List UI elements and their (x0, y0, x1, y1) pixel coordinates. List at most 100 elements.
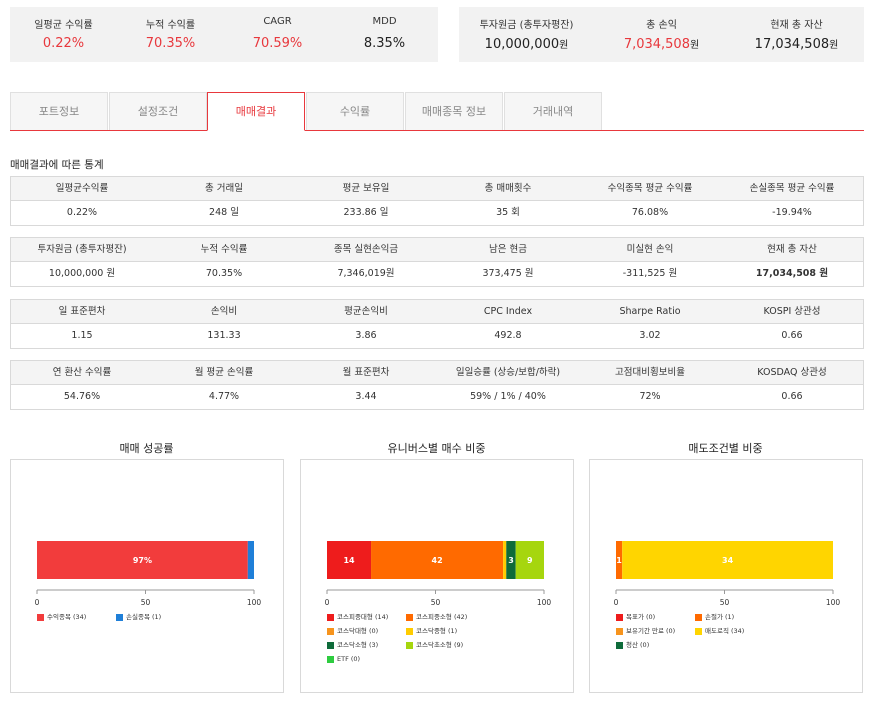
legend-item[interactable]: ETF (0) (327, 655, 360, 663)
stats-header-cell: 일 표준편차 (58, 306, 106, 317)
legend-item[interactable]: 코스피중소형 (42) (406, 613, 467, 621)
stats-table: 연 환산 수익률 월 평균 손익률 월 표준편차 일일승률 (상승/보합/하락) 고점대… (10, 360, 864, 410)
tab-trade-results[interactable]: 매매결과 (207, 92, 305, 131)
legend-label: 코스닥초소형 (9) (416, 641, 464, 649)
stats-header-cell: 평균 보유일 (342, 183, 390, 194)
stats-value-cell: 373,475 원 (482, 268, 534, 279)
stats-header-cell: 월 표준편차 (342, 367, 390, 378)
stats-value-row: 0.22% 248 일 233.86 일 35 회 76.08% -19.94% (11, 201, 863, 225)
bar-segment[interactable] (247, 541, 254, 579)
legend-label: ETF (0) (337, 655, 361, 663)
summary-label: 총 손익 (646, 20, 677, 31)
stats-header-cell: 연 환산 수익률 (52, 367, 112, 378)
stats-value-cell: 35 회 (496, 207, 520, 218)
summary-mdd: MDD 8.35% (331, 7, 438, 62)
summary-total-assets: 현재 총 자산 17,034,508원 (729, 7, 864, 62)
legend-label: 코스닥대형 (0) (337, 627, 379, 635)
summary-value: 8.35% (363, 36, 406, 51)
stats-value-cell: 17,034,508 원 (755, 268, 829, 279)
stats-header-cell: 손실종목 평균 수익률 (749, 183, 835, 194)
legend-label: 코스닥중형 (1) (416, 627, 458, 635)
stats-header-cell: 현재 총 자산 (767, 244, 817, 255)
tab-returns[interactable]: 수익률 (306, 92, 404, 130)
result-tabs: 포트정보 설정조건 매매결과 수익률 매매종목 정보 거래내역 (10, 92, 864, 131)
legend-item[interactable]: 청산 (0) (616, 641, 649, 649)
tab-traded-stocks[interactable]: 매매종목 정보 (405, 92, 503, 130)
stats-value-row: 1.15 131.33 3.86 492.8 3.02 0.66 (11, 324, 863, 348)
summary-number: 17,034,508 (754, 37, 830, 52)
stats-header-cell: 종목 실현손익금 (333, 244, 399, 255)
stats-value-cell: 7,346,019원 (337, 268, 395, 279)
legend-label: 코스닥소형 (3) (337, 641, 379, 649)
legend-label: 보유기간 만료 (0) (626, 627, 676, 635)
bar-data-label: 34 (722, 556, 734, 565)
tab-portfolio-info[interactable]: 포트정보 (10, 92, 108, 130)
tab-settings[interactable]: 설정조건 (109, 92, 207, 130)
stats-table: 일평균수익률 총 거래일 평균 보유일 총 매매횟수 수익종목 평균 수익률 손실종목 평… (10, 176, 864, 226)
legend-label: 매도로직 (34) (705, 627, 745, 635)
tab-trade-history[interactable]: 거래내역 (504, 92, 602, 130)
stats-header-cell: KOSPI 상관성 (763, 306, 821, 317)
stats-value-cell: 72% (639, 391, 661, 402)
bar-segment[interactable] (503, 541, 507, 579)
stats-value-cell: 70.35% (205, 268, 243, 279)
legend-item[interactable]: 코스닥소형 (3) (327, 641, 378, 649)
summary-value: 0.22% (42, 36, 85, 51)
summary-unit: 원 (829, 40, 839, 51)
legend-swatch (695, 613, 702, 621)
stats-header-row: 연 환산 수익률 월 평균 손익률 월 표준편차 일일승률 (상승/보합/하락) 고점대… (11, 361, 863, 385)
legend-swatch (616, 613, 623, 621)
summary-label: CAGR (263, 16, 292, 27)
stats-header-cell: 평균손익비 (344, 306, 388, 317)
summary-left: 일평균 수익률 0.22% 누적 수익률 70.35% CAGR 70.59% … (10, 7, 438, 62)
stats-value-cell: -19.94% (772, 207, 812, 218)
summary-value: 70.59% (252, 36, 303, 51)
stats-header-cell: 남은 현금 (489, 244, 527, 255)
stats-value-row: 54.76% 4.77% 3.44 59% / 1% / 40% 72% 0.66 (11, 385, 863, 409)
x-axis-tick-label: 100 (247, 598, 262, 607)
summary-label: MDD (372, 16, 397, 27)
stats-value-cell: 54.76% (63, 391, 101, 402)
summary-number: 7,034,508 (623, 37, 690, 52)
summary-unit: 원 (689, 40, 700, 51)
legend-item[interactable]: 코스닥초소형 (9) (406, 641, 463, 649)
legend-swatch (406, 613, 413, 621)
legend-label: 손실종목 (1) (126, 613, 162, 621)
stats-table: 투자원금 (총투자평잔) 누적 수익률 종목 실현손익금 남은 현금 미실현 손익 현재 … (10, 237, 864, 287)
legend-item[interactable]: 목표가 (0) (616, 613, 655, 621)
summary-right: 투자원금 (총투자평잔) 10,000,000원 총 손익 7,034,508원… (459, 7, 864, 62)
summary-principal: 투자원금 (총투자평잔) 10,000,000원 (459, 7, 594, 62)
summary-value: 10,000,000원 (459, 36, 594, 52)
legend-item[interactable]: 코스피중대형 (14) (327, 613, 388, 621)
stats-header-cell: 총 거래일 (205, 183, 243, 194)
chart-box: 14 42 3 9 0 50 100 코스피중대형 (14) 코스피중소형 (42) 코스닥대형 … (300, 459, 574, 693)
stats-value-cell: 1.15 (71, 330, 93, 341)
legend-item[interactable]: 보유기간 만료 (0) (616, 627, 675, 635)
x-axis-tick-label: 50 (431, 598, 441, 607)
legend-swatch (616, 627, 623, 635)
summary-value: 7,034,508원 (594, 36, 729, 52)
legend-item[interactable]: 코스닥중형 (1) (406, 627, 457, 635)
legend-label: 청산 (0) (626, 641, 650, 649)
stats-value-cell: 233.86 일 (343, 207, 389, 218)
chart-title: 매도조건별 비중 (688, 442, 763, 455)
summary-daily-return: 일평균 수익률 0.22% (10, 7, 117, 62)
legend-item[interactable]: 손절가 (1) (695, 613, 734, 621)
stats-header-cell: 일평균수익률 (55, 183, 109, 194)
legend-label: 코스피중대형 (14) (337, 613, 389, 621)
stats-value-cell: 3.44 (355, 391, 377, 402)
summary-value: 17,034,508원 (729, 36, 864, 52)
legend-swatch (406, 641, 413, 649)
legend-swatch (695, 627, 702, 635)
stats-value-cell: 248 일 (209, 207, 239, 218)
stats-value-cell: 0.66 (781, 391, 803, 402)
stats-value-cell: 0.22% (66, 207, 98, 218)
legend-item[interactable]: 코스닥대형 (0) (327, 627, 378, 635)
legend-item[interactable]: 수익종목 (34) (37, 613, 86, 621)
x-axis-tick-label: 0 (325, 598, 330, 607)
legend-item[interactable]: 매도로직 (34) (695, 627, 744, 635)
stats-header-cell: 투자원금 (총투자평잔) (37, 244, 127, 255)
summary-total-pnl: 총 손익 7,034,508원 (594, 7, 729, 62)
stats-header-row: 일평균수익률 총 거래일 평균 보유일 총 매매횟수 수익종목 평균 수익률 손실종목 평… (11, 177, 863, 201)
legend-item[interactable]: 손실종목 (1) (116, 613, 161, 621)
